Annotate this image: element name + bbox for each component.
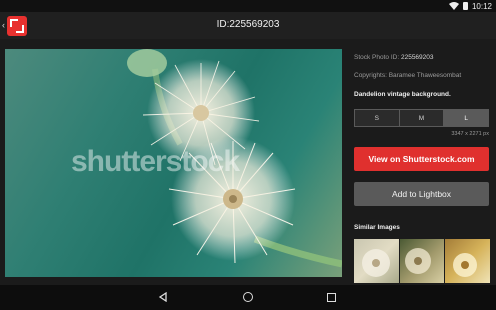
system-nav-bar bbox=[0, 285, 496, 310]
battery-icon bbox=[462, 2, 468, 10]
size-m-button[interactable]: M bbox=[399, 110, 445, 126]
similar-images-list bbox=[354, 239, 491, 283]
clock: 10:12 bbox=[471, 1, 492, 11]
photo-description: Dandelion vintage background. bbox=[354, 91, 451, 98]
app-bar: ‹ ID:225569203 bbox=[0, 12, 496, 39]
size-s-button[interactable]: S bbox=[355, 110, 400, 126]
similar-image-thumbnail[interactable] bbox=[445, 239, 491, 283]
dandelion-thumb-image bbox=[453, 253, 478, 277]
page-title: ID:225569203 bbox=[216, 19, 280, 30]
stock-photo[interactable]: shutterstock bbox=[5, 49, 342, 277]
status-icons: 10:12 bbox=[448, 0, 492, 12]
dandelion-thumb-image bbox=[404, 248, 431, 274]
copyright-label: Copyrights: bbox=[354, 72, 389, 79]
copyright: Copyrights: Baramee Thaweesombat bbox=[354, 72, 461, 80]
stock-id-value: 225569203 bbox=[400, 54, 434, 61]
view-on-shutterstock-button[interactable]: View on Shutterstock.com bbox=[354, 147, 489, 171]
status-bar: 10:12 bbox=[0, 0, 496, 12]
home-circle-icon[interactable] bbox=[243, 292, 253, 302]
size-selector: S M L bbox=[354, 109, 489, 127]
image-dimensions: 3347 x 2271 px bbox=[451, 131, 489, 137]
similar-images-title: Similar Images bbox=[354, 224, 400, 231]
add-to-lightbox-button[interactable]: Add to Lightbox bbox=[354, 182, 489, 206]
shutterstock-logo-icon[interactable] bbox=[7, 16, 27, 36]
similar-image-thumbnail[interactable] bbox=[399, 239, 445, 283]
copyright-value: Baramee Thaweesombat bbox=[388, 72, 462, 79]
similar-image-thumbnail[interactable] bbox=[354, 239, 399, 283]
recents-square-icon[interactable] bbox=[327, 293, 336, 302]
size-l-button[interactable]: L bbox=[444, 110, 489, 126]
stock-id-label: Stock Photo ID: bbox=[354, 54, 401, 61]
wifi-icon bbox=[448, 2, 459, 10]
dandelion-thumb-image bbox=[362, 249, 390, 277]
back-triangle-icon[interactable] bbox=[158, 292, 168, 302]
stock-photo-id: Stock Photo ID: 225569203 bbox=[354, 54, 434, 62]
watermark: shutterstock bbox=[71, 145, 240, 178]
